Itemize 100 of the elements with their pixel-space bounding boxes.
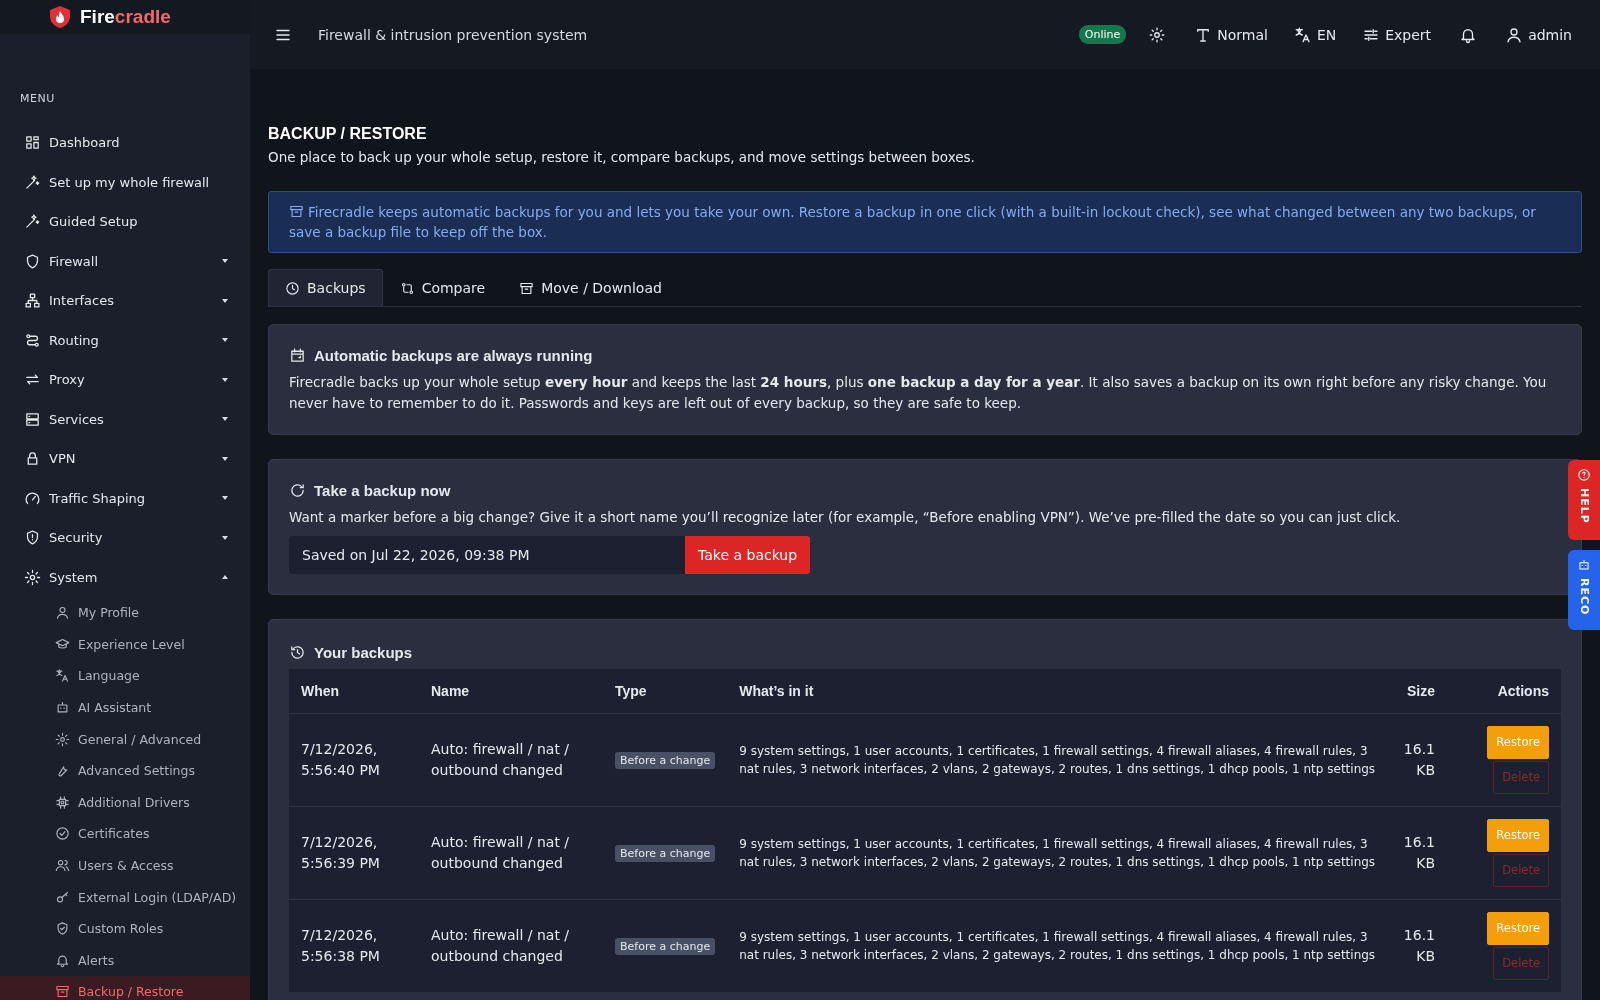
nav-subitem[interactable]: Backup / Restore bbox=[0, 976, 250, 1000]
mode-button[interactable]: Expert bbox=[1356, 25, 1438, 44]
nav-item[interactable]: Traffic Shaping bbox=[0, 478, 250, 518]
translate-icon bbox=[1293, 25, 1312, 44]
nav-subitem[interactable]: My Profile bbox=[0, 597, 250, 629]
gauge-icon bbox=[24, 489, 41, 507]
column-header: When bbox=[289, 669, 419, 714]
card-title: Your backups bbox=[314, 644, 413, 661]
archive-icon bbox=[519, 280, 535, 296]
nav-item[interactable]: System bbox=[0, 557, 250, 597]
card-text: Want a marker before a big change? Give it a short name you’ll recognize later (for example, “Before enabling VPN”). We’ve pre-filled the date so you can just click. bbox=[289, 508, 1402, 527]
nav-item[interactable]: Services bbox=[0, 399, 250, 439]
shield-check-icon bbox=[55, 921, 70, 937]
compare-icon bbox=[399, 280, 415, 296]
nav-subitem[interactable]: Certificates bbox=[0, 818, 250, 850]
column-header: Actions bbox=[1447, 669, 1561, 714]
nav-item[interactable]: Set up my whole firewall bbox=[0, 162, 250, 202]
table-cell: Auto: firewall / nat / outbound changed bbox=[431, 834, 570, 871]
table-cell: 7/12/2026, 5:56:40 PM bbox=[301, 741, 380, 778]
type-tag: Before a change bbox=[615, 938, 716, 955]
app-title: Firewall & intrusion prevention system bbox=[318, 26, 588, 43]
translate-icon bbox=[55, 668, 70, 684]
nav-subitem[interactable]: Additional Drivers bbox=[0, 786, 250, 819]
table-cell: 16.1 KB bbox=[1403, 927, 1435, 964]
nav-item[interactable]: Dashboard bbox=[0, 123, 250, 163]
theme-icon[interactable] bbox=[1148, 25, 1167, 44]
network-icon bbox=[24, 292, 41, 310]
type-tag: Before a change bbox=[615, 845, 716, 862]
column-header: Type bbox=[603, 669, 728, 714]
nav-item[interactable]: Proxy bbox=[0, 360, 250, 400]
tab[interactable]: Move / Download bbox=[502, 269, 679, 306]
server-icon bbox=[24, 410, 41, 428]
rotate-icon bbox=[289, 482, 306, 499]
nav-subitem[interactable]: General / Advanced bbox=[0, 723, 250, 755]
history-icon bbox=[289, 644, 306, 661]
table-cell: 7/12/2026, 5:56:39 PM bbox=[301, 834, 380, 871]
user-icon bbox=[55, 605, 70, 621]
user-button[interactable]: admin bbox=[1499, 25, 1578, 44]
table-cell: 9 system settings, 1 user accounts, 1 certificates, 1 firewall settings, 4 firewall aliases, 4 firewall rules, 3 nat rules, 3 network interfaces, 2 vlans, 2 gateways, 2 routes, 1 dns settings, 1 dhcp pools, 1 ntp settings bbox=[739, 744, 1376, 776]
table-cell: 16.1 KB bbox=[1403, 741, 1435, 778]
tab[interactable]: Compare bbox=[382, 269, 503, 306]
card-title: Automatic backups are always running bbox=[314, 347, 593, 364]
brand-name: Firecradle bbox=[80, 6, 171, 28]
nav-subitem[interactable]: Experience Level bbox=[0, 628, 250, 661]
table-cell: Auto: firewall / nat / outbound changed bbox=[431, 741, 570, 778]
nav-subitem[interactable]: AI Assistant bbox=[0, 691, 250, 724]
archive-icon bbox=[55, 984, 70, 1000]
archive-icon bbox=[289, 204, 304, 219]
reco-tab[interactable]: RECO bbox=[1568, 550, 1600, 630]
table-cell: 16.1 KB bbox=[1403, 834, 1435, 871]
nav-subitem[interactable]: External Login (LDAP/AD) bbox=[0, 881, 250, 913]
page-title: BACKUP / RESTORE bbox=[268, 125, 428, 143]
graduation-cap-icon bbox=[55, 636, 70, 652]
wand-icon bbox=[24, 173, 41, 191]
key-icon bbox=[55, 889, 70, 905]
nav-subitem[interactable]: Language bbox=[0, 660, 250, 692]
table-cell: Auto: firewall / nat / outbound changed bbox=[431, 927, 570, 964]
backup-name-field[interactable]: Saved on Jul 22, 2026, 09:38 PM bbox=[289, 536, 685, 574]
type-tag: Before a change bbox=[615, 752, 716, 769]
users-icon bbox=[55, 858, 70, 874]
shield-icon bbox=[24, 252, 41, 270]
nav-subitem[interactable]: Advanced Settings bbox=[0, 754, 250, 787]
column-header: Size bbox=[1391, 669, 1447, 714]
user-icon bbox=[1505, 25, 1524, 44]
table-cell: 7/12/2026, 5:56:38 PM bbox=[301, 927, 380, 964]
bell-icon bbox=[55, 952, 70, 968]
nav-subitem[interactable]: Alerts bbox=[0, 944, 250, 977]
nav-item[interactable]: Routing bbox=[0, 320, 250, 360]
nav-item[interactable]: Guided Setup bbox=[0, 202, 250, 242]
route-icon bbox=[24, 331, 41, 349]
tab[interactable]: Backups bbox=[268, 269, 383, 306]
robot-icon bbox=[1577, 558, 1591, 572]
help-tab[interactable]: HELP bbox=[1568, 460, 1600, 540]
card-text: Firecradle backs up your whole setup every hour and keeps the last 24 hours, plus one backup a day for a year. It also saves a backup on its own right before any risky change. You never have to remember to do it. Passwords and keys are left out of every backup, so they are safe to keep. bbox=[289, 373, 1548, 413]
text-size-button[interactable]: Normal bbox=[1188, 25, 1274, 44]
language-button[interactable]: EN bbox=[1287, 25, 1343, 44]
status-badge: Online bbox=[1078, 25, 1127, 44]
card-title: Take a backup now bbox=[314, 482, 451, 499]
chip-icon bbox=[55, 794, 70, 810]
robot-icon bbox=[55, 700, 70, 716]
table-cell: 9 system settings, 1 user accounts, 1 certificates, 1 firewall settings, 4 firewall aliases, 4 firewall rules, 3 nat rules, 3 network interfaces, 2 vlans, 2 gateways, 2 routes, 1 dns settings, 1 dhcp pools, 1 ntp settings bbox=[739, 930, 1376, 962]
nav-subitem[interactable]: Custom Roles bbox=[0, 912, 250, 945]
shield-alert-icon bbox=[24, 529, 41, 547]
menu-heading: MENU bbox=[19, 91, 56, 107]
flame-shield-icon bbox=[48, 4, 72, 30]
info-text: Firecradle keeps automatic backups for you and lets you take your own. Restore a backup in one click (with a built-in lockout check), see what changed between any two backups, or save a backup file to keep off the box. bbox=[289, 203, 1537, 242]
nav-item[interactable]: Security bbox=[0, 518, 250, 558]
nav-subitem[interactable]: Users & Access bbox=[0, 849, 250, 882]
grid-icon bbox=[24, 134, 41, 152]
nav-item[interactable]: VPN bbox=[0, 439, 250, 479]
take-backup-button[interactable]: Take a backup bbox=[685, 536, 811, 574]
column-header: What’s in it bbox=[727, 669, 1392, 714]
wand-icon bbox=[24, 213, 41, 231]
column-header: Name bbox=[419, 669, 603, 714]
nav-item[interactable]: Interfaces bbox=[0, 281, 250, 321]
calendar-icon bbox=[289, 347, 306, 364]
nav-item[interactable]: Firewall bbox=[0, 241, 250, 281]
question-icon bbox=[1577, 468, 1591, 482]
table-cell: 9 system settings, 1 user accounts, 1 certificates, 1 firewall settings, 4 firewall aliases, 4 firewall rules, 3 nat rules, 3 network interfaces, 2 vlans, 2 gateways, 2 routes, 1 dns settings, 1 dhcp pools, 1 ntp settings bbox=[739, 837, 1376, 869]
page-subtitle: One place to back up your whole setup, restore it, compare backups, and move settings between boxes. bbox=[268, 149, 976, 165]
